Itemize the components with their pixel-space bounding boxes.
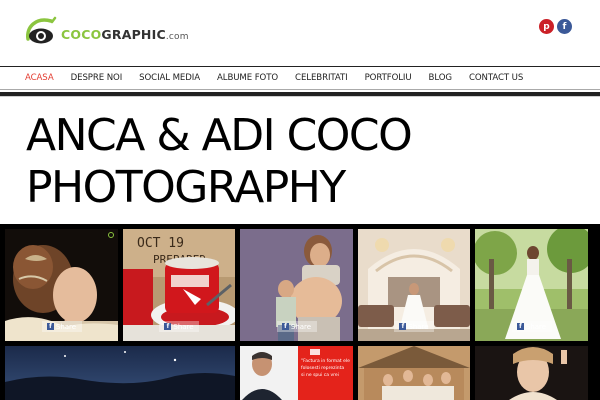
facebook-icon[interactable]: f: [557, 19, 572, 34]
ad-text-line: "Factura in format ele: [301, 359, 350, 364]
photo-bride-park[interactable]: f Share: [475, 229, 588, 341]
photo-wedding-group[interactable]: [358, 346, 470, 400]
logo-text: COCOGRAPHIC.com: [61, 27, 189, 42]
badge-icon: [108, 232, 114, 238]
ad-text: "Factura in format ele folosesti reprezi…: [301, 358, 353, 379]
share-button[interactable]: f Share: [394, 321, 434, 332]
site-logo[interactable]: COCOGRAPHIC.com: [24, 14, 189, 50]
share-label: Share: [408, 322, 429, 331]
logo-suffix: .com: [165, 31, 189, 42]
main-navigation: ACASA DESPRE NOI SOCIAL MEDIA ALBUME FOT…: [0, 66, 600, 90]
site-header: COCOGRAPHIC.com p f: [0, 0, 600, 66]
photo-night-landscape[interactable]: [5, 346, 235, 400]
facebook-icon: f: [399, 323, 407, 330]
photo-woman-portrait[interactable]: [475, 346, 588, 400]
svg-text:OCT 19: OCT 19: [137, 236, 184, 251]
photo-bride-hairstyle[interactable]: f Share: [5, 229, 118, 341]
page-title-line2: PHOTOGRAPHY: [26, 162, 346, 213]
photo-bride-interior[interactable]: f Share: [358, 229, 470, 341]
photo-man-portrait[interactable]: "Factura in format ele folosesti reprezi…: [240, 346, 353, 400]
nav-item-despre-noi[interactable]: DESPRE NOI: [71, 73, 123, 83]
facebook-icon: f: [164, 323, 172, 330]
pinterest-icon[interactable]: p: [539, 19, 554, 34]
photo-wedding-group-image: [358, 346, 470, 400]
share-button[interactable]: f Share: [159, 321, 199, 332]
facebook-icon: f: [281, 323, 289, 330]
logo-graphic: GRAPHIC: [101, 26, 166, 42]
nav-item-portfoliu[interactable]: PORTFOLIU: [365, 73, 412, 83]
share-button[interactable]: f Share: [276, 321, 317, 332]
photo-night-landscape-image: [5, 346, 235, 400]
logo-coco: COCO: [61, 26, 102, 42]
nav-item-acasa[interactable]: ACASA: [25, 73, 54, 83]
photo-gallery: fShare OCT 19 PREPARED fShare: [0, 224, 600, 400]
share-button[interactable]: f Share: [511, 321, 552, 332]
photo-pregnant-couple[interactable]: f Share: [240, 229, 353, 341]
ad-text-line: si ne spui ca vrei: [301, 373, 339, 378]
social-links: p f: [539, 19, 572, 34]
share-label: Share: [173, 322, 194, 331]
photo-red-coffee-cup[interactable]: OCT 19 PREPARED fShare: [123, 229, 235, 341]
nav-item-contact-us[interactable]: CONTACT US: [469, 73, 523, 83]
nav-item-albume-foto[interactable]: ALBUME FOTO: [217, 73, 278, 83]
nav-item-blog[interactable]: BLOG: [429, 73, 453, 83]
camera-eye-logo-icon: [26, 16, 57, 44]
share-button[interactable]: f Share: [41, 321, 82, 332]
share-label: Share: [290, 322, 312, 331]
page-title-line1: ANCA & ADI COCO: [26, 110, 413, 161]
page-title: ANCA & ADI COCO PHOTOGRAPHY: [26, 110, 586, 214]
share-label: Share: [525, 322, 547, 331]
facebook-icon: f: [516, 323, 524, 330]
share-label: Share: [55, 322, 77, 331]
photo-woman-portrait-image: [475, 346, 588, 400]
facebook-icon: f: [46, 323, 54, 330]
nav-item-celebritati[interactable]: CELEBRITATI: [295, 73, 348, 83]
header-divider-thin: [0, 96, 600, 97]
ad-text-line: folosesti reprezinta: [301, 366, 345, 371]
nav-item-social-media[interactable]: SOCIAL MEDIA: [139, 73, 200, 83]
